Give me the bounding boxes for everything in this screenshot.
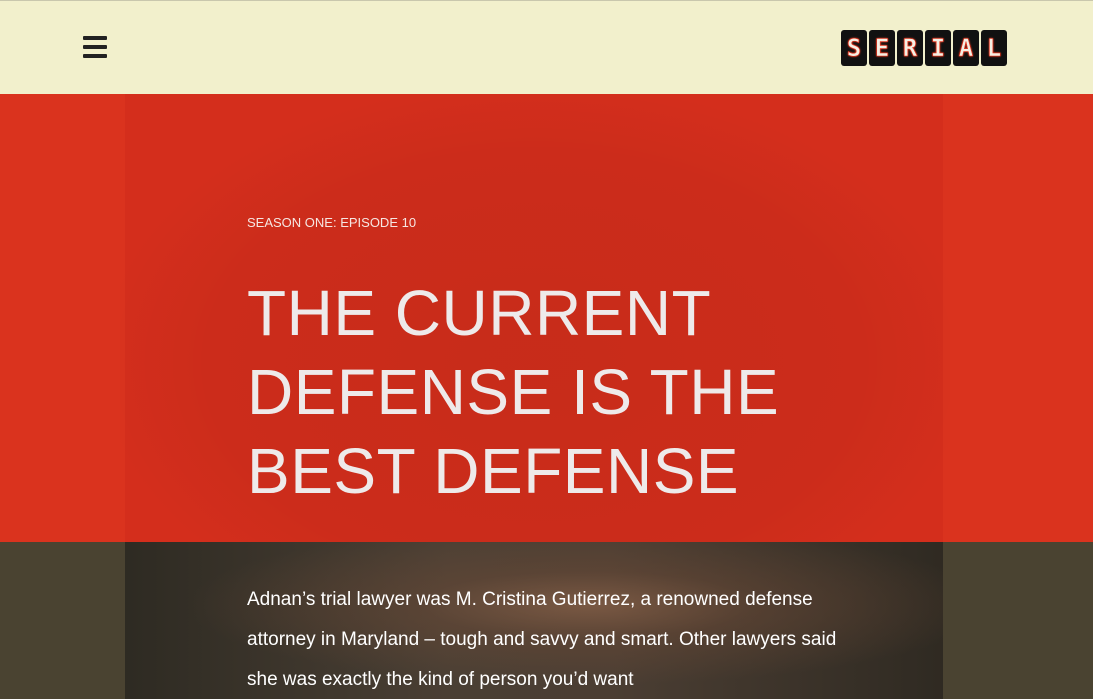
episode-page: S E R I A L SEASON ONE: EPISODE 10 THE C… bbox=[0, 0, 1093, 699]
episode-title-line: BEST DEFENSE bbox=[247, 435, 740, 507]
hero-background-left bbox=[0, 94, 125, 542]
logo-letter: E bbox=[869, 30, 895, 66]
logo-letter: S bbox=[841, 30, 867, 66]
menu-bar bbox=[83, 54, 107, 58]
episode-title-line: DEFENSE IS THE bbox=[247, 356, 780, 428]
menu-bar bbox=[83, 36, 107, 40]
serial-logo[interactable]: S E R I A L bbox=[841, 30, 1007, 66]
logo-letter: A bbox=[953, 30, 979, 66]
hero-background-right bbox=[943, 94, 1093, 542]
logo-letter: L bbox=[981, 30, 1007, 66]
episode-label: SEASON ONE: EPISODE 10 bbox=[247, 215, 417, 230]
logo-letter: R bbox=[897, 30, 923, 66]
photo-edge-right bbox=[943, 542, 1093, 699]
hamburger-menu-icon[interactable] bbox=[83, 36, 107, 58]
menu-bar bbox=[83, 45, 107, 49]
episode-hero: SEASON ONE: EPISODE 10 THE CURRENT DEFEN… bbox=[0, 94, 1093, 542]
episode-title: THE CURRENT DEFENSE IS THE BEST DEFENSE bbox=[247, 274, 867, 511]
episode-title-line: THE CURRENT bbox=[247, 277, 712, 349]
episode-body: Adnan’s trial lawyer was M. Cristina Gut… bbox=[0, 542, 1093, 699]
site-header: S E R I A L bbox=[0, 0, 1093, 94]
episode-intro-text: Adnan’s trial lawyer was M. Cristina Gut… bbox=[247, 589, 837, 690]
photo-edge-left bbox=[0, 542, 125, 699]
logo-letter: I bbox=[925, 30, 951, 66]
